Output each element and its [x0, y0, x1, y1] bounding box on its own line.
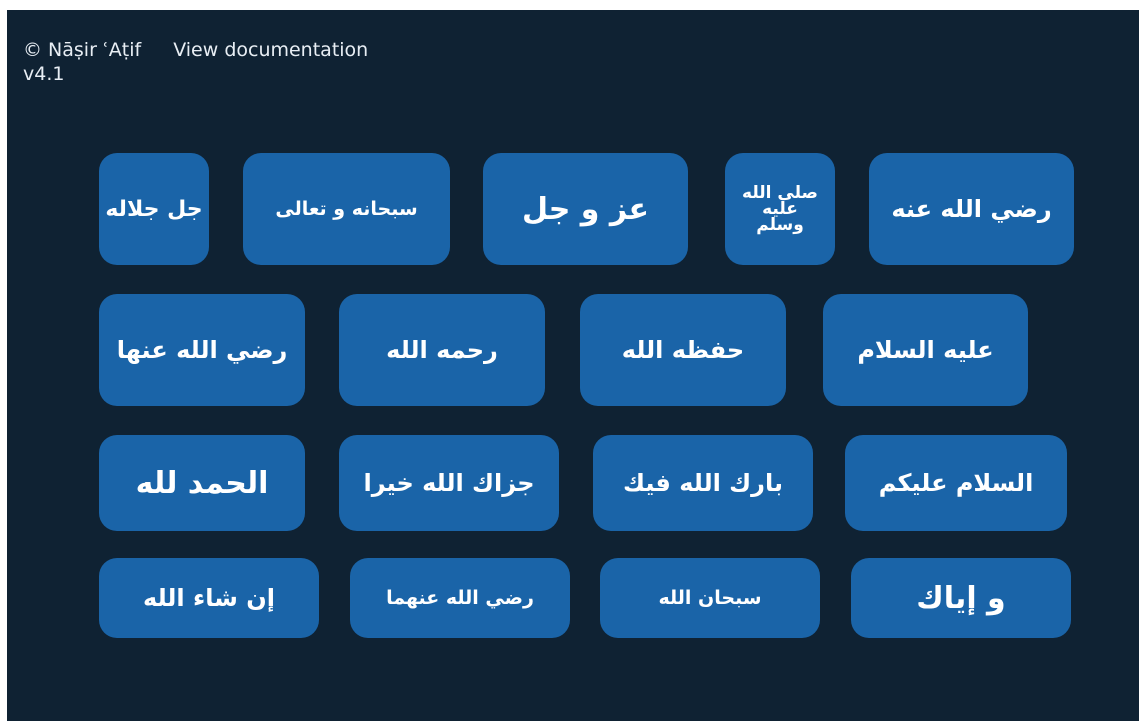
rahimahullah-button[interactable]: رحمه الله: [339, 294, 545, 406]
radi-allahu-anha-button[interactable]: رضي الله عنها: [99, 294, 305, 406]
salla-allahu-glyph: صلى الله عليه وسلم: [742, 184, 818, 236]
azza-wa-jal-button[interactable]: عز و جل: [483, 153, 688, 265]
jazakallah-khayran-button[interactable]: جزاك الله خيرا: [339, 435, 559, 531]
hafidhahullah-label: حفظه الله: [621, 336, 745, 364]
version-text: v4.1: [23, 63, 65, 85]
wa-iyyak-button[interactable]: و إياك: [851, 558, 1071, 638]
subhanahu-wa-taala-label: سبحانه و تعالى: [275, 198, 418, 220]
radi-allahu-anha-label: رضي الله عنها: [116, 336, 288, 364]
in-sha-allah-button[interactable]: إن شاء الله: [99, 558, 319, 638]
rahimahullah-label: رحمه الله: [386, 336, 498, 364]
azza-wa-jal-label: عز و جل: [521, 191, 650, 227]
subhanahu-wa-taala-button[interactable]: سبحانه و تعالى: [243, 153, 450, 265]
radi-allahu-anhuma-button[interactable]: رضي الله عنهما: [350, 558, 570, 638]
alhamdulillah-label: الحمد لله: [135, 465, 269, 501]
salla-allahu-alayhi-wa-sallam-button[interactable]: صلى الله عليه وسلم: [725, 153, 835, 265]
hafidhahullah-button[interactable]: حفظه الله: [580, 294, 786, 406]
radi-allahu-anhu-label: رضي الله عنه: [891, 195, 1052, 223]
alayhi-assalam-button[interactable]: عليه السلام: [823, 294, 1028, 406]
wa-iyyak-label: و إياك: [916, 580, 1006, 616]
assalamu-alaykum-label: السلام عليكم: [878, 469, 1034, 497]
barakallahu-feek-label: بارك الله فيك: [623, 469, 783, 497]
jazakallah-khayran-label: جزاك الله خيرا: [363, 469, 535, 497]
salla-allahu-line3: وسلم: [756, 215, 804, 236]
jalla-jalaluhu-button[interactable]: جل جلاله: [99, 153, 209, 265]
header: © Nāṣir ʿAṭif View documentation v4.1: [23, 38, 368, 86]
copyright-text: © Nāṣir ʿAṭif: [23, 39, 142, 61]
subhanallah-button[interactable]: سبحان الله: [600, 558, 820, 638]
radi-allahu-anhuma-label: رضي الله عنهما: [386, 587, 534, 609]
alayhi-assalam-label: عليه السلام: [857, 336, 994, 364]
jalla-jalaluhu-label: جل جلاله: [105, 196, 203, 222]
in-sha-allah-label: إن شاء الله: [143, 584, 275, 612]
subhanallah-label: سبحان الله: [658, 587, 762, 609]
view-documentation-link[interactable]: View documentation: [173, 38, 368, 62]
assalamu-alaykum-button[interactable]: السلام عليكم: [845, 435, 1067, 531]
alhamdulillah-button[interactable]: الحمد لله: [99, 435, 305, 531]
radi-allahu-anhu-button[interactable]: رضي الله عنه: [869, 153, 1074, 265]
barakallahu-feek-button[interactable]: بارك الله فيك: [593, 435, 813, 531]
